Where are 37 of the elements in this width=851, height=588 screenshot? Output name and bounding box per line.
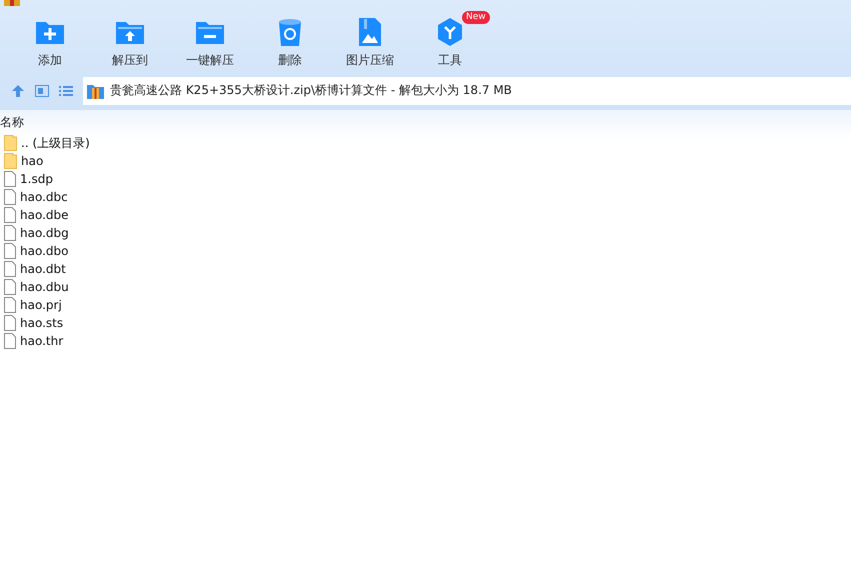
file-icon [4, 243, 16, 259]
file-name[interactable]: 1.sdp [20, 172, 53, 186]
file-icon [4, 189, 16, 205]
toolbar-button[interactable]: 添加 [10, 10, 90, 72]
file-icon [4, 279, 16, 295]
file-icon [4, 333, 16, 349]
file-name[interactable]: hao.thr [20, 334, 64, 348]
folder-name[interactable]: .. (上级目录) [21, 134, 90, 152]
address-bar[interactable]: 贵瓮高速公路 K25+355大桥设计.zip\桥博计算文件 - 解包大小为 18.7 MB [83, 76, 851, 104]
folder-icon [4, 135, 17, 151]
toolbar-button[interactable]: 工具 New [410, 10, 490, 72]
toolbar-button[interactable]: 一键解压 [170, 10, 250, 72]
new-badge: New [462, 11, 490, 24]
file-name[interactable]: hao.dbe [20, 208, 69, 222]
up-arrow-icon[interactable] [11, 84, 25, 98]
list-view-icon[interactable] [59, 84, 73, 96]
address-path: 贵瓮高速公路 K25+355大桥设计.zip\桥博计算文件 - 解包大小为 18.7 MB [110, 82, 512, 99]
file-name[interactable]: hao.dbo [20, 244, 68, 258]
toolbar-button[interactable]: 删除 [250, 10, 330, 72]
file-icon [4, 261, 16, 277]
file-name[interactable]: hao.sts [20, 316, 64, 330]
file-icon [4, 225, 16, 241]
folder-icon [4, 153, 17, 169]
file-icon [4, 171, 16, 187]
file-name[interactable]: hao.dbc [20, 190, 68, 204]
file-name[interactable]: hao.prj [20, 298, 62, 312]
toolbar-button[interactable]: 图片压缩 [330, 10, 410, 72]
file-icon [4, 315, 16, 331]
file-icon [4, 207, 16, 223]
file-icon [4, 297, 16, 313]
thumbnail-view-icon[interactable] [35, 84, 49, 96]
file-name[interactable]: hao.dbt [20, 262, 66, 276]
toolbar-button[interactable]: 解压到 [90, 10, 170, 72]
column-header[interactable]: 名称 [0, 114, 24, 130]
folder-name[interactable]: hao [21, 154, 44, 168]
file-name[interactable]: hao.dbu [20, 280, 69, 294]
file-name[interactable]: hao.dbg [20, 226, 69, 240]
